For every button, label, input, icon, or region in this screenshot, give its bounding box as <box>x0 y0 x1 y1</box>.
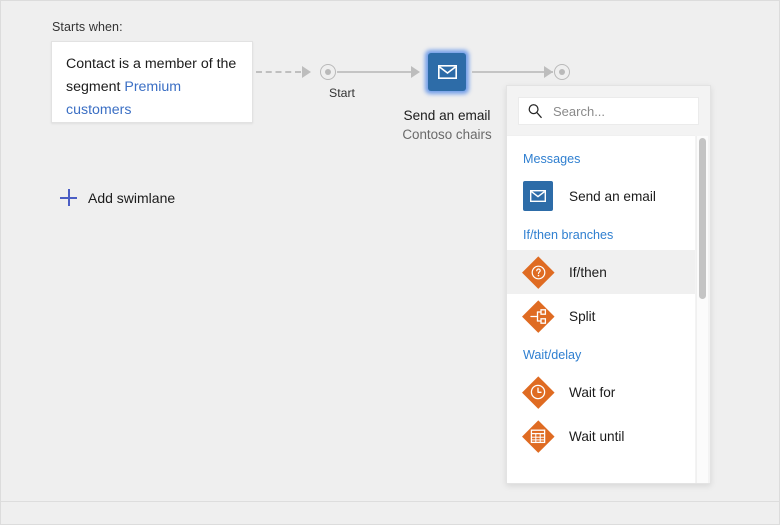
connector-line-2 <box>472 71 553 73</box>
start-node[interactable] <box>320 64 336 80</box>
split-icon <box>523 301 553 331</box>
clock-icon <box>523 377 553 407</box>
flyout-step-list[interactable]: Messages Send an email If/then branches <box>507 135 695 483</box>
start-node-label: Start <box>312 86 372 100</box>
flyout-step-list-inner: Messages Send an email If/then branches <box>507 136 695 458</box>
calendar-icon <box>523 421 553 451</box>
menu-item-wait-until[interactable]: Wait until <box>507 414 695 458</box>
section-header-wait-delay: Wait/delay <box>507 338 695 370</box>
flyout-search-area <box>507 86 710 135</box>
add-step-flyout-panel[interactable]: Messages Send an email If/then branches <box>506 85 711 484</box>
envelope-icon <box>523 181 553 211</box>
email-node-caption: Send an email Contoso chairs <box>372 106 522 144</box>
email-node-title: Send an email <box>372 106 522 125</box>
connector-dashed <box>256 71 301 73</box>
section-header-messages: Messages <box>507 142 695 174</box>
email-node-tile[interactable] <box>428 53 466 91</box>
email-node-subtitle: Contoso chairs <box>372 125 522 144</box>
customer-journey-designer: Starts when: Contact is a member of the … <box>0 0 780 525</box>
menu-item-label: If/then <box>569 265 607 280</box>
connector-arrow-icon-3 <box>544 66 553 78</box>
trigger-card[interactable]: Contact is a member of the segment Premi… <box>51 41 253 123</box>
menu-item-label: Split <box>569 309 595 324</box>
menu-item-send-an-email[interactable]: Send an email <box>507 174 695 218</box>
menu-item-split[interactable]: Split <box>507 294 695 338</box>
flyout-scrollbar-track[interactable] <box>696 136 708 483</box>
starts-when-label: Starts when: <box>52 20 123 34</box>
plus-icon <box>60 189 77 206</box>
split-glyph <box>523 301 553 331</box>
end-node[interactable] <box>554 64 570 80</box>
menu-item-if-then[interactable]: If/then <box>507 250 695 294</box>
envelope-icon <box>438 65 457 79</box>
search-icon <box>527 103 543 119</box>
menu-item-label: Wait for <box>569 385 615 400</box>
clock-glyph <box>523 377 553 407</box>
question-circle-glyph <box>523 257 553 287</box>
flyout-scrollbar-thumb[interactable] <box>699 138 706 299</box>
search-input[interactable] <box>553 104 683 119</box>
add-swimlane-label: Add swimlane <box>88 190 175 206</box>
connector-line-1 <box>337 71 412 73</box>
envelope-icon-glyph <box>530 190 546 202</box>
menu-item-wait-for[interactable]: Wait for <box>507 370 695 414</box>
calendar-glyph <box>523 421 553 451</box>
add-swimlane-button[interactable]: Add swimlane <box>60 189 175 206</box>
email-node[interactable] <box>425 50 469 94</box>
menu-item-label: Send an email <box>569 189 656 204</box>
question-circle-icon <box>523 257 553 287</box>
search-box[interactable] <box>518 97 699 125</box>
trigger-card-text: Contact is a member of the segment Premi… <box>66 53 246 122</box>
connector-arrow-icon-1 <box>302 66 311 78</box>
menu-item-label: Wait until <box>569 429 624 444</box>
section-header-ifthen-branches: If/then branches <box>507 218 695 250</box>
connector-arrow-icon-2 <box>411 66 420 78</box>
